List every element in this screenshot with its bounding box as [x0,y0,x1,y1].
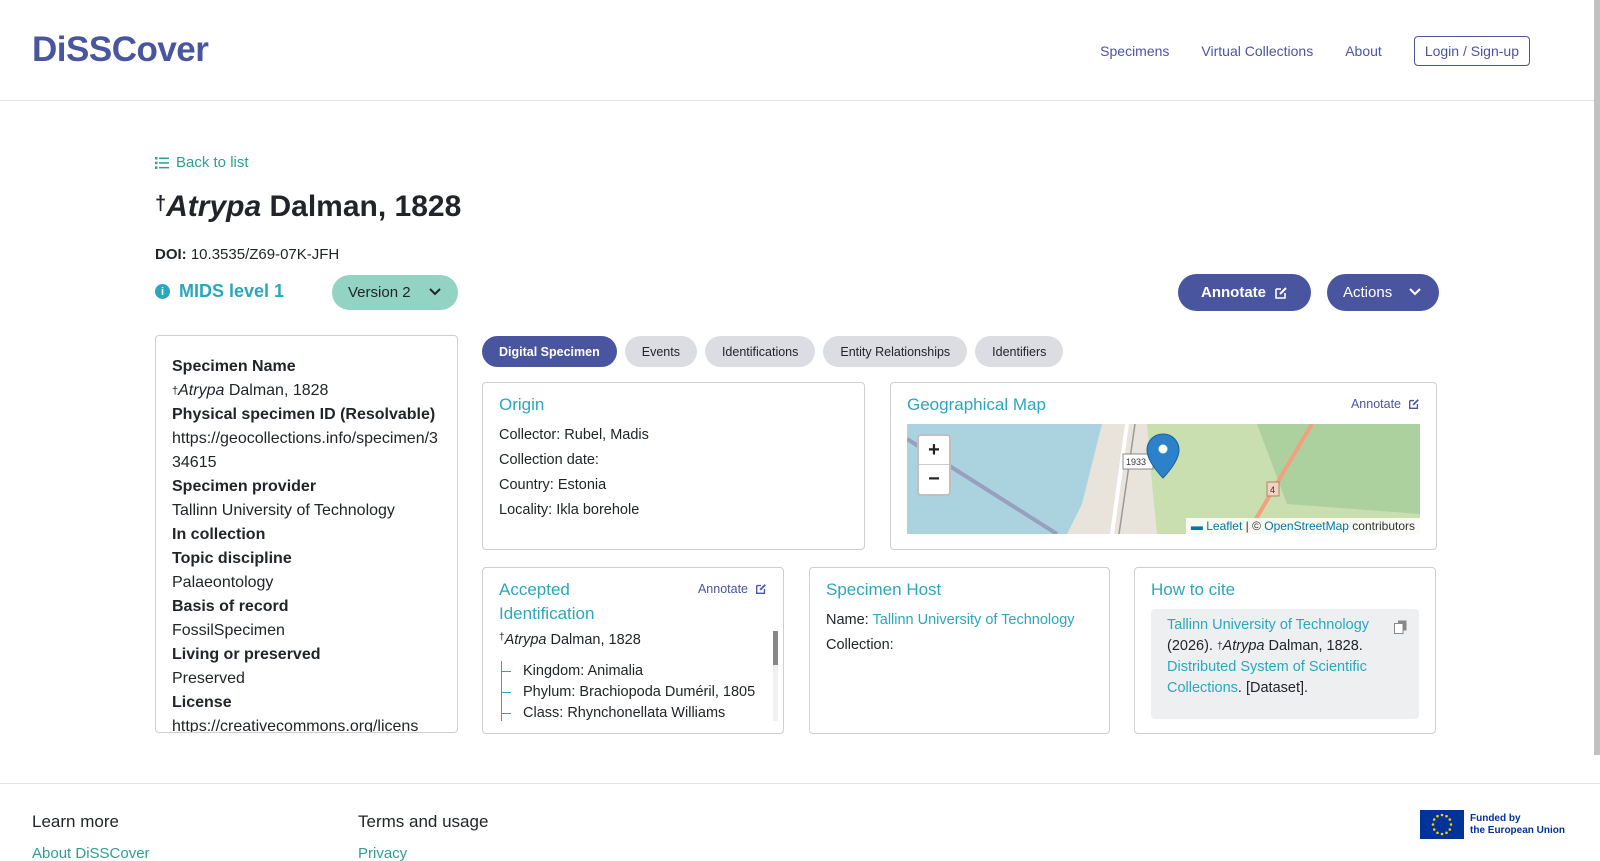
footer-learn-more: Learn more [32,812,119,831]
citation-text: Tallinn University of Technology (2026).… [1151,609,1419,719]
collection-date-row: Collection date: [499,452,599,468]
topic-value: Palaeontology [172,574,274,591]
info-icon: i [155,284,170,299]
page-scrollbar[interactable] [1594,0,1600,755]
kingdom-row: Kingdom: Animalia [499,661,761,682]
locality-row: Locality: Ikla borehole [499,502,640,518]
geographical-map-card: Geographical Map Annotate 1933 4 + − ▬ L… [890,382,1437,550]
living-label: Living or preserved [172,646,321,663]
specimen-summary-panel: Specimen Name †Atrypa Dalman, 1828 Physi… [155,335,458,733]
doi: DOI: 10.3535/Z69-07K-JFH [155,246,340,263]
origin-title: Origin [499,395,545,414]
cite-provider-link[interactable]: Tallinn University of Technology [1167,617,1369,633]
specimen-name-label: Specimen Name [172,358,296,375]
eu-funding-logo: Funded by the European Union [1420,810,1565,839]
geo-annotate-button[interactable]: Annotate [1351,397,1420,411]
nav-virtual-collections[interactable]: Virtual Collections [1201,43,1313,59]
tab-identifications[interactable]: Identifications [704,336,816,367]
edit-icon [1275,286,1287,299]
specimen-host-title: Specimen Host [826,580,942,599]
physical-id-label: Physical specimen ID (Resolvable) [172,406,436,423]
actions-dropdown[interactable]: Actions [1327,274,1439,311]
osm-link[interactable]: OpenStreetMap [1264,519,1349,533]
leaflet-link[interactable]: ▬ Leaflet [1191,519,1242,533]
brand-logo[interactable]: DiSSCover [32,30,209,70]
specimen-tabs: Digital Specimen Events Identifications … [482,336,1071,367]
zoom-out-button[interactable]: − [919,465,949,494]
accepted-annotate-button[interactable]: Annotate [698,582,767,596]
host-collection-row: Collection: [826,637,894,653]
nav-specimens[interactable]: Specimens [1100,43,1169,59]
chevron-down-icon [1409,288,1421,296]
footer-terms: Terms and usage [358,812,489,831]
map-road-label-1933: 1933 [1126,457,1146,467]
mids-level[interactable]: i MIDS level 1 [155,281,284,302]
country-row: Country: Estonia [499,477,607,493]
accepted-scrollbar[interactable] [773,631,778,721]
map-view[interactable]: 1933 4 + − ▬ Leaflet | © OpenStreetMap c… [907,424,1420,534]
top-header: DiSSCover Specimens Virtual Collections … [0,0,1600,101]
version-dropdown[interactable]: Version 2 [332,275,458,310]
accepted-identification-card: Accepted Identification Annotate †Atrypa… [482,567,784,734]
back-to-list-link[interactable]: Back to list [155,154,249,171]
main-nav: Specimens Virtual Collections About Logi… [1068,36,1530,66]
topic-label: Topic discipline [172,550,292,567]
footer-privacy-link[interactable]: Privacy [358,845,407,861]
list-icon [155,156,169,169]
living-value: Preserved [172,670,245,687]
how-to-cite-card: How to cite Tallinn University of Techno… [1134,567,1436,734]
page-footer: Learn more About DiSSCover Terms and usa… [0,783,1600,861]
taxonomy-tree: Kingdom: Animalia Phylum: Brachiopoda Du… [499,661,761,721]
edit-icon [1409,399,1419,409]
license-label: License [172,694,232,711]
footer-about-link[interactable]: About DiSSCover [32,845,150,861]
accepted-name: †Atrypa Dalman, 1828 [499,632,641,648]
copy-icon[interactable] [1394,620,1407,634]
eu-flag-icon [1420,810,1464,839]
class-row: Class: Rhynchonellata Williams [499,703,761,721]
provider-label: Specimen provider [172,478,317,495]
provider-value: Tallinn University of Technology [172,502,395,519]
specimen-name-value: †Atrypa Dalman, 1828 [172,382,329,399]
edit-icon [756,584,766,594]
how-to-cite-title: How to cite [1151,580,1236,599]
chevron-down-icon [429,288,441,296]
host-name-row: Name: Tallinn University of Technology [826,612,1075,628]
back-to-list-label: Back to list [176,154,249,171]
physical-id-value: https://geocollections.info/specimen/334… [172,430,438,471]
tab-entity-relationships[interactable]: Entity Relationships [823,336,968,367]
basis-value: FossilSpecimen [172,622,285,639]
tab-events[interactable]: Events [624,336,697,367]
annotate-button[interactable]: Annotate [1178,274,1311,311]
geo-map-title: Geographical Map [907,395,1046,414]
collector-row: Collector: Rubel, Madis [499,427,649,443]
page-title: †Atrypa Dalman, 1828 [155,190,462,223]
login-button[interactable]: Login / Sign-up [1413,36,1530,66]
origin-card: Origin Collector: Rubel, Madis Collectio… [482,382,865,550]
host-name-link[interactable]: Tallinn University of Technology [873,612,1075,628]
nav-about[interactable]: About [1345,43,1382,59]
in-collection-label: In collection [172,526,266,543]
map-zoom-control: + − [917,434,951,496]
specimen-host-card: Specimen Host Name: Tallinn University o… [809,567,1110,734]
tab-digital-specimen[interactable]: Digital Specimen [482,336,617,367]
map-road-label-4: 4 [1270,485,1275,495]
map-attribution: ▬ Leaflet | © OpenStreetMap contributors [1185,518,1420,534]
tab-identifiers[interactable]: Identifiers [975,336,1064,367]
phylum-row: Phylum: Brachiopoda Duméril, 1805 [499,682,761,703]
accepted-identification-title: Accepted Identification [499,580,595,623]
basis-label: Basis of record [172,598,289,615]
license-value[interactable]: https://creativecommons.org/licens [172,715,441,732]
zoom-in-button[interactable]: + [919,436,949,465]
